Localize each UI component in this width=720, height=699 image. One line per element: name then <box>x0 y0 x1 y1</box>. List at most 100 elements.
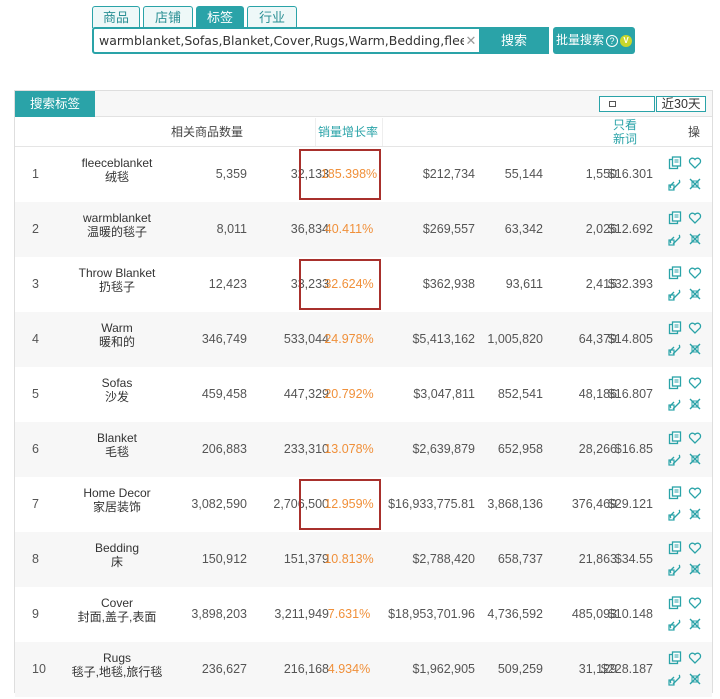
remove-icon[interactable] <box>688 507 702 521</box>
tab-industry[interactable]: 行业 <box>247 6 297 28</box>
copy-icon[interactable] <box>668 266 682 280</box>
remove-icon[interactable] <box>688 562 702 576</box>
link-icon[interactable] <box>668 507 682 521</box>
table-row[interactable]: 5 Sofas 沙发 459,458 447,329 20.792% $3,047,811 8… <box>15 367 712 422</box>
table-row[interactable]: 10 Rugs 毯子,地毯,旅行毯 236,627 216,168 4.934% $1,96… <box>15 642 712 697</box>
row-value-1: 150,912 <box>201 552 247 566</box>
clear-icon[interactable]: ✕ <box>464 29 478 52</box>
row-keyword[interactable]: Home Decor 家居装饰 <box>67 486 167 514</box>
row-index: 9 <box>32 607 39 621</box>
link-icon[interactable] <box>668 232 682 246</box>
col-related-count[interactable]: 相关商品数量 <box>171 118 243 146</box>
panel-title: 搜索标签 <box>15 91 95 117</box>
row-price: $16.807 <box>607 387 653 401</box>
row-value-1: 206,883 <box>201 442 247 456</box>
table-row[interactable]: 2 warmblanket 温暖的毯子 8,011 36,834 40.411% $269,… <box>15 202 712 257</box>
row-actions <box>668 651 704 691</box>
remove-icon[interactable] <box>688 452 702 466</box>
copy-icon[interactable] <box>668 376 682 390</box>
keyword-en: Throw Blanket <box>78 266 156 280</box>
row-actions <box>668 376 704 416</box>
row-price: $10.148 <box>607 607 653 621</box>
remove-icon[interactable] <box>688 342 702 356</box>
row-keyword[interactable]: Rugs 毯子,地毯,旅行毯 <box>67 651 167 679</box>
link-icon[interactable] <box>668 177 682 191</box>
col-sales-growth[interactable]: 销量增长率 <box>318 118 378 146</box>
row-keyword[interactable]: Blanket 毛毯 <box>67 431 167 459</box>
row-keyword[interactable]: Warm 暖和的 <box>67 321 167 349</box>
link-icon[interactable] <box>668 397 682 411</box>
row-price: $228.187 <box>600 662 653 676</box>
heart-icon[interactable] <box>688 376 702 390</box>
link-icon[interactable] <box>668 562 682 576</box>
keyword-en: Sofas <box>101 376 133 390</box>
copy-icon[interactable] <box>668 156 682 170</box>
row-actions <box>668 541 704 581</box>
link-icon[interactable] <box>668 287 682 301</box>
remove-icon[interactable] <box>688 672 702 686</box>
row-index: 5 <box>32 387 39 401</box>
period-selector[interactable]: 近30天 <box>656 96 706 112</box>
help-icon[interactable]: ? <box>606 34 619 47</box>
copy-icon[interactable] <box>668 486 682 500</box>
keyword-en: fleeceblanket <box>81 156 153 170</box>
keyword-cn: 扔毯子 <box>98 280 135 294</box>
link-icon[interactable] <box>668 617 682 631</box>
row-index: 4 <box>32 332 39 346</box>
row-index: 8 <box>32 552 39 566</box>
search-input[interactable] <box>94 29 464 52</box>
row-index: 6 <box>32 442 39 456</box>
heart-icon[interactable] <box>688 541 702 555</box>
row-keyword[interactable]: fleeceblanket 绒毯 <box>67 156 167 184</box>
table-row[interactable]: 6 Blanket 毛毯 206,883 233,310 13.078% $2,639,87… <box>15 422 712 477</box>
remove-icon[interactable] <box>688 287 702 301</box>
heart-icon[interactable] <box>688 211 702 225</box>
row-actions <box>668 211 704 251</box>
batch-search-label: 批量搜索 <box>556 33 605 47</box>
copy-icon[interactable] <box>668 541 682 555</box>
keyword-en: warmblanket <box>82 211 152 225</box>
copy-icon[interactable] <box>668 596 682 610</box>
row-value-1: 8,011 <box>216 222 247 236</box>
heart-icon[interactable] <box>688 486 702 500</box>
search-bar: ✕ 搜索 <box>92 27 549 54</box>
remove-icon[interactable] <box>688 617 702 631</box>
copy-icon[interactable] <box>668 211 682 225</box>
link-icon[interactable] <box>668 452 682 466</box>
growth-highlight-box <box>299 149 381 200</box>
link-icon[interactable] <box>668 342 682 356</box>
tab-shops[interactable]: 店铺 <box>143 6 193 28</box>
heart-icon[interactable] <box>688 266 702 280</box>
batch-search-button[interactable]: 批量搜索 ? V <box>553 27 635 54</box>
link-icon[interactable] <box>668 672 682 686</box>
remove-icon[interactable] <box>688 232 702 246</box>
tab-products[interactable]: 商品 <box>92 6 140 28</box>
row-keyword[interactable]: Cover 封面,盖子,表面 <box>67 596 167 624</box>
copy-icon[interactable] <box>668 431 682 445</box>
heart-icon[interactable] <box>688 156 702 170</box>
copy-icon[interactable] <box>668 651 682 665</box>
row-value-1: 12,423 <box>208 277 247 291</box>
copy-icon[interactable] <box>668 321 682 335</box>
row-keyword[interactable]: warmblanket 温暖的毯子 <box>67 211 167 239</box>
col-new-only[interactable]: 只看 新词 <box>610 118 640 146</box>
heart-icon[interactable] <box>688 596 702 610</box>
heart-icon[interactable] <box>688 321 702 335</box>
row-value-3: 1,005,820 <box>487 332 543 346</box>
row-value-1: 459,458 <box>201 387 247 401</box>
row-keyword[interactable]: Throw Blanket 扔毯子 <box>67 266 167 294</box>
new-words-toggle[interactable] <box>599 96 655 112</box>
table-row[interactable]: 8 Bedding 床 150,912 151,379 10.813% $2,788,420… <box>15 532 712 587</box>
row-keyword[interactable]: Bedding 床 <box>67 541 167 569</box>
search-button[interactable]: 搜索 <box>479 27 549 54</box>
heart-icon[interactable] <box>688 431 702 445</box>
remove-icon[interactable] <box>688 177 702 191</box>
table-row[interactable]: 4 Warm 暖和的 346,749 533,044 24.978% $5,413,162 1… <box>15 312 712 367</box>
remove-icon[interactable] <box>688 397 702 411</box>
keyword-cn: 毯子,地毯,旅行毯 <box>71 665 163 679</box>
tab-tags[interactable]: 标签 <box>196 6 244 28</box>
keyword-cn: 家居装饰 <box>92 500 141 514</box>
row-keyword[interactable]: Sofas 沙发 <box>67 376 167 404</box>
table-row[interactable]: 9 Cover 封面,盖子,表面 3,898,203 3,211,949 7.631% $1… <box>15 587 712 642</box>
heart-icon[interactable] <box>688 651 702 665</box>
